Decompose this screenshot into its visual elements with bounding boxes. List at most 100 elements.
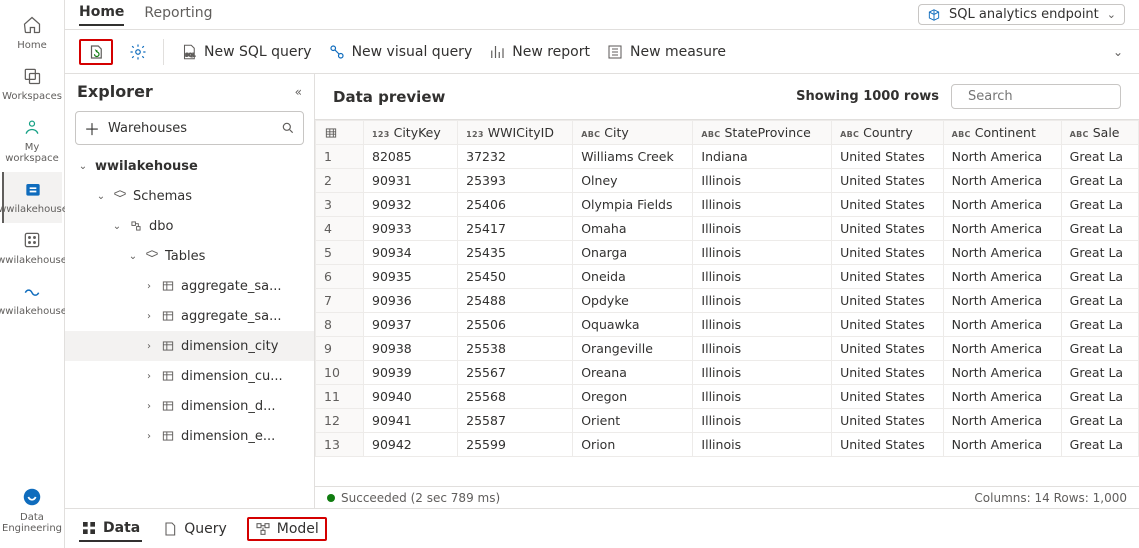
cell[interactable]: 25568	[458, 385, 573, 409]
tree-table-item[interactable]: › dimension_city	[65, 331, 314, 361]
rail-data-engineering[interactable]: Data Engineering	[2, 480, 62, 542]
cell[interactable]: Williams Creek	[573, 145, 693, 169]
cell[interactable]: 90937	[364, 313, 458, 337]
cell[interactable]: United States	[832, 145, 944, 169]
tab-model-highlighted[interactable]: Model	[247, 517, 327, 541]
cell[interactable]: Illinois	[693, 361, 832, 385]
table-row[interactable]: 39093225406Olympia FieldsIllinoisUnited …	[316, 193, 1139, 217]
refresh-highlighted[interactable]	[79, 39, 113, 65]
cell[interactable]: 25587	[458, 409, 573, 433]
table-row[interactable]: 69093525450OneidaIllinoisUnited StatesNo…	[316, 265, 1139, 289]
warehouses-selector[interactable]: ＋ Warehouses	[75, 111, 304, 145]
cell[interactable]: Great La	[1061, 361, 1138, 385]
tree-table-item[interactable]: › aggregate_sa...	[65, 301, 314, 331]
cell[interactable]: North America	[943, 361, 1061, 385]
search-input[interactable]	[966, 88, 1139, 105]
cell[interactable]: North America	[943, 217, 1061, 241]
tab-home[interactable]: Home	[79, 4, 124, 26]
table-row[interactable]: 18208537232Williams CreekIndianaUnited S…	[316, 145, 1139, 169]
rail-lakehouse-2[interactable]: wwilakehouse	[2, 223, 62, 274]
cell[interactable]: Illinois	[693, 217, 832, 241]
cell[interactable]: North America	[943, 241, 1061, 265]
cell[interactable]: United States	[832, 433, 944, 457]
cell[interactable]: Great La	[1061, 169, 1138, 193]
grid-wrapper[interactable]: 123CityKey123WWICityIDABCCityABCStatePro…	[315, 119, 1139, 486]
table-row[interactable]: 109093925567OreanaIllinoisUnited StatesN…	[316, 361, 1139, 385]
tree-table-item[interactable]: › dimension_e...	[65, 421, 314, 451]
cell[interactable]: United States	[832, 337, 944, 361]
cell[interactable]: Orient	[573, 409, 693, 433]
tree-lakehouse[interactable]: ⌄ wwilakehouse	[65, 151, 314, 181]
new-report-button[interactable]: New report	[488, 43, 590, 61]
column-header[interactable]: 123CityKey	[364, 121, 458, 145]
cell[interactable]: Great La	[1061, 193, 1138, 217]
cell[interactable]: Illinois	[693, 193, 832, 217]
table-row[interactable]: 49093325417OmahaIllinoisUnited StatesNor…	[316, 217, 1139, 241]
gear-icon[interactable]	[129, 43, 147, 61]
cell[interactable]: 90941	[364, 409, 458, 433]
cell[interactable]: 90938	[364, 337, 458, 361]
table-row[interactable]: 89093725506OquawkaIllinoisUnited StatesN…	[316, 313, 1139, 337]
cell[interactable]: Oneida	[573, 265, 693, 289]
table-row[interactable]: 129094125587OrientIllinoisUnited StatesN…	[316, 409, 1139, 433]
rail-workspaces[interactable]: Workspaces	[2, 59, 62, 110]
cell[interactable]: United States	[832, 193, 944, 217]
cell[interactable]: Great La	[1061, 217, 1138, 241]
cell[interactable]: Great La	[1061, 289, 1138, 313]
column-header[interactable]: 123WWICityID	[458, 121, 573, 145]
cell[interactable]: Illinois	[693, 265, 832, 289]
tree-table-item[interactable]: › dimension_d...	[65, 391, 314, 421]
cell[interactable]: 25435	[458, 241, 573, 265]
column-header[interactable]: ABCSale	[1061, 121, 1138, 145]
cell[interactable]: Illinois	[693, 385, 832, 409]
cell[interactable]: Onarga	[573, 241, 693, 265]
cell[interactable]: Illinois	[693, 169, 832, 193]
cell[interactable]: North America	[943, 265, 1061, 289]
cell[interactable]: 25567	[458, 361, 573, 385]
cell[interactable]: Great La	[1061, 145, 1138, 169]
cell[interactable]: North America	[943, 193, 1061, 217]
new-sql-query-button[interactable]: SQL New SQL query	[180, 43, 312, 61]
column-header[interactable]: ABCStateProvince	[693, 121, 832, 145]
cell[interactable]: North America	[943, 337, 1061, 361]
cell[interactable]: 90931	[364, 169, 458, 193]
cell[interactable]: Illinois	[693, 289, 832, 313]
cell[interactable]: United States	[832, 169, 944, 193]
cell[interactable]: United States	[832, 217, 944, 241]
cell[interactable]: Great La	[1061, 337, 1138, 361]
cell[interactable]: Olney	[573, 169, 693, 193]
cell[interactable]: 25450	[458, 265, 573, 289]
cell[interactable]: North America	[943, 169, 1061, 193]
cell[interactable]: North America	[943, 409, 1061, 433]
cell[interactable]: North America	[943, 289, 1061, 313]
cell[interactable]: 25417	[458, 217, 573, 241]
cell[interactable]: 25538	[458, 337, 573, 361]
cell[interactable]: North America	[943, 385, 1061, 409]
cell[interactable]: Great La	[1061, 385, 1138, 409]
column-header[interactable]: ABCCountry	[832, 121, 944, 145]
toolbar-overflow-icon[interactable]: ⌄	[1113, 45, 1123, 59]
cell[interactable]: Great La	[1061, 265, 1138, 289]
cell[interactable]: 90942	[364, 433, 458, 457]
cell[interactable]: Indiana	[693, 145, 832, 169]
cell[interactable]: Great La	[1061, 409, 1138, 433]
cell[interactable]: North America	[943, 433, 1061, 457]
table-row[interactable]: 139094225599OrionIllinoisUnited StatesNo…	[316, 433, 1139, 457]
cell[interactable]: 90936	[364, 289, 458, 313]
cell[interactable]: 90935	[364, 265, 458, 289]
cell[interactable]: 82085	[364, 145, 458, 169]
new-measure-button[interactable]: New measure	[606, 43, 726, 61]
rail-lakehouse-3[interactable]: wwilakehouse	[2, 274, 62, 325]
preview-search[interactable]	[951, 84, 1121, 109]
column-header[interactable]: ABCCity	[573, 121, 693, 145]
search-icon[interactable]	[281, 121, 295, 135]
cell[interactable]: 25406	[458, 193, 573, 217]
endpoint-dropdown[interactable]: SQL analytics endpoint ⌄	[918, 4, 1125, 25]
cell[interactable]: Illinois	[693, 313, 832, 337]
cell[interactable]: Orion	[573, 433, 693, 457]
table-row[interactable]: 99093825538OrangevilleIllinoisUnited Sta…	[316, 337, 1139, 361]
cell[interactable]: United States	[832, 385, 944, 409]
tab-data[interactable]: Data	[79, 516, 142, 542]
cell[interactable]: Illinois	[693, 409, 832, 433]
cell[interactable]: 25506	[458, 313, 573, 337]
